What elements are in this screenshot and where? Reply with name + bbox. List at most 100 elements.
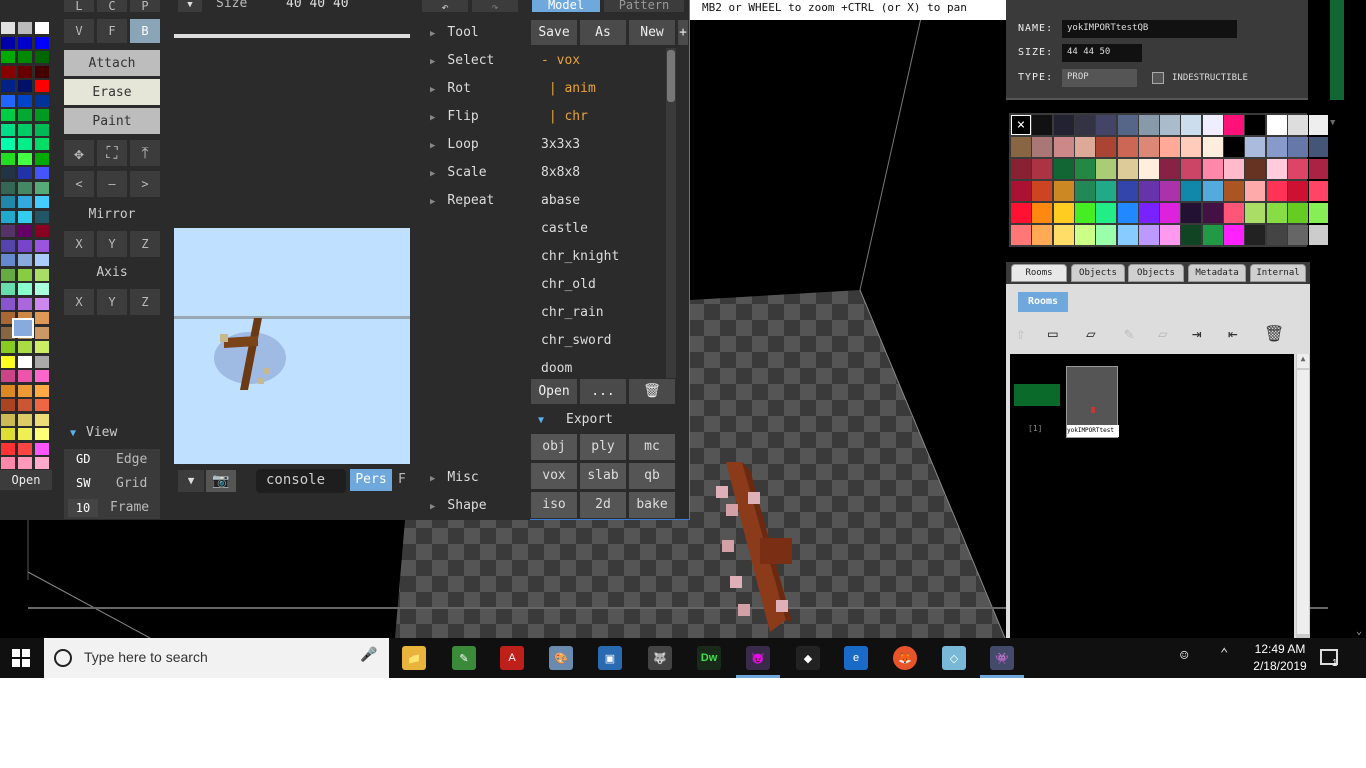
mode-button-l[interactable]: L (64, 0, 94, 13)
palette-swatch[interactable] (35, 210, 49, 223)
palette-swatch[interactable] (35, 457, 49, 469)
palette-color-cell[interactable] (1181, 181, 1202, 201)
more-button[interactable]: ... (580, 379, 626, 404)
palette-color-cell[interactable] (1245, 225, 1266, 245)
tab-internal[interactable]: Internal (1250, 264, 1306, 282)
palette-color-cell[interactable] (1202, 159, 1223, 179)
palette-color-cell[interactable] (1224, 159, 1244, 179)
palette-color-cell[interactable] (1160, 115, 1181, 135)
palette-swatch[interactable] (35, 442, 49, 455)
tab-pattern[interactable]: Pattern (604, 0, 684, 12)
palette-swatch[interactable] (18, 80, 32, 92)
mode-button-v[interactable]: V (64, 19, 94, 43)
palette-swatch[interactable] (1, 413, 15, 426)
view-gd-label[interactable]: GD (76, 452, 90, 466)
palette-swatch[interactable] (35, 326, 49, 339)
palette-swatch[interactable] (35, 123, 49, 136)
palette-swatch[interactable] (1, 254, 15, 266)
unity-icon[interactable]: ◆ (796, 646, 820, 670)
palette-color-cell[interactable] (1096, 181, 1117, 201)
palette-swatch[interactable] (18, 181, 32, 194)
clock-time[interactable]: 12:49 AM (1246, 642, 1314, 656)
palette-color-cell[interactable] (1053, 181, 1074, 201)
palette-swatch[interactable] (1, 283, 15, 295)
axis-x-button[interactable]: X (64, 289, 94, 315)
palette-color-cell[interactable] (1224, 203, 1244, 223)
trailing-f-button[interactable]: F (398, 472, 406, 487)
tab-objects[interactable]: Objects (1128, 264, 1184, 282)
prev-button[interactable]: < (64, 171, 94, 197)
triangle-down-icon[interactable]: ▼ (178, 470, 204, 492)
mode-button-p[interactable]: P (130, 0, 160, 13)
palette-color-cell[interactable] (1117, 115, 1138, 135)
palette-color-cell[interactable] (1245, 203, 1266, 223)
palette-color-cell[interactable] (1202, 181, 1223, 201)
export-obj-button[interactable]: obj (531, 434, 577, 460)
triangle-down-icon[interactable]: ▼ (178, 0, 202, 12)
palette-color-cell[interactable] (1224, 137, 1244, 157)
add-button[interactable]: + (678, 20, 688, 45)
palette-color-cell[interactable] (1266, 159, 1287, 179)
mode-button-c[interactable]: C (97, 0, 127, 13)
palette-swatch[interactable] (18, 36, 32, 49)
palette-swatch[interactable] (1, 225, 15, 237)
window-icon[interactable]: ▣ (598, 646, 622, 670)
palette-color-cell[interactable] (1245, 115, 1266, 135)
paint-button[interactable]: Paint (64, 108, 160, 134)
palette-swatch[interactable] (1, 65, 15, 78)
palette-color-cell[interactable] (1287, 159, 1308, 179)
palette-swatch[interactable] (18, 167, 32, 179)
palette-swatch[interactable] (35, 312, 49, 324)
palette-swatch[interactable] (18, 225, 32, 237)
palette-color-cell[interactable] (1181, 115, 1202, 135)
tab-objects[interactable]: Objects (1071, 264, 1125, 282)
palette-swatch[interactable] (35, 109, 49, 121)
file-list-item[interactable]: - vox (541, 53, 580, 68)
erase-button[interactable]: Erase (64, 79, 160, 105)
palette-color-cell[interactable] (1309, 181, 1330, 201)
palette-color-cell[interactable] (1160, 159, 1181, 179)
palette-color-cell[interactable] (1181, 159, 1202, 179)
palette-swatch[interactable] (1, 341, 15, 353)
people-icon[interactable]: ☺ (1180, 648, 1188, 664)
tab-rooms[interactable]: Rooms (1011, 264, 1067, 282)
palette-swatch[interactable] (35, 268, 49, 281)
palette-color-cell[interactable] (1138, 225, 1159, 245)
archive-icon[interactable]: ▭ (1048, 324, 1058, 343)
palette-color-cell[interactable] (1287, 115, 1308, 135)
camera-icon[interactable]: 📷 (206, 470, 236, 492)
palette-color-cell[interactable] (1011, 181, 1031, 201)
trash-icon[interactable]: 🗑 (629, 379, 675, 404)
palette-swatch[interactable] (18, 283, 32, 295)
file-explorer-icon[interactable]: 📁 (402, 646, 426, 670)
palette-color-cell[interactable] (1011, 137, 1031, 157)
palette-color-cell[interactable] (1074, 225, 1095, 245)
name-field[interactable]: yokIMPORTtestQB (1062, 20, 1237, 38)
palette-swatch[interactable] (18, 370, 32, 382)
palette-color-cell[interactable] (1032, 137, 1053, 157)
palette-swatch[interactable] (1, 442, 15, 455)
palette-color-cell[interactable] (1117, 203, 1138, 223)
export-qb-button[interactable]: qb (629, 463, 675, 489)
perspective-button[interactable]: Pers (350, 469, 392, 491)
palette-swatch[interactable] (18, 123, 32, 136)
select-box-icon[interactable]: ⛶ (97, 140, 127, 166)
palette-color-cell[interactable] (1138, 137, 1159, 157)
up-arrow-icon[interactable]: ⇧ (1016, 324, 1026, 343)
palette-color-cell[interactable] (1074, 137, 1095, 157)
palette-swatch[interactable] (18, 196, 32, 208)
export-iso-button[interactable]: iso (531, 492, 577, 518)
palette-color-cell[interactable] (1096, 159, 1117, 179)
palette-swatch[interactable] (18, 210, 32, 223)
menu-item-shape[interactable]: ▶ Shape (430, 498, 487, 513)
palette-swatch[interactable] (35, 399, 49, 411)
palette-swatch[interactable] (1, 167, 15, 179)
move-icon[interactable]: ✥ (64, 140, 94, 166)
palette-color-cell[interactable] (1224, 181, 1244, 201)
middle-button[interactable]: — (97, 171, 127, 197)
crystal-icon[interactable]: ◇ (942, 646, 966, 670)
palette-swatch[interactable] (1, 399, 15, 411)
palette-color-cell[interactable] (1032, 225, 1053, 245)
palette-swatch[interactable] (35, 341, 49, 353)
palette-swatch[interactable] (1, 268, 15, 281)
